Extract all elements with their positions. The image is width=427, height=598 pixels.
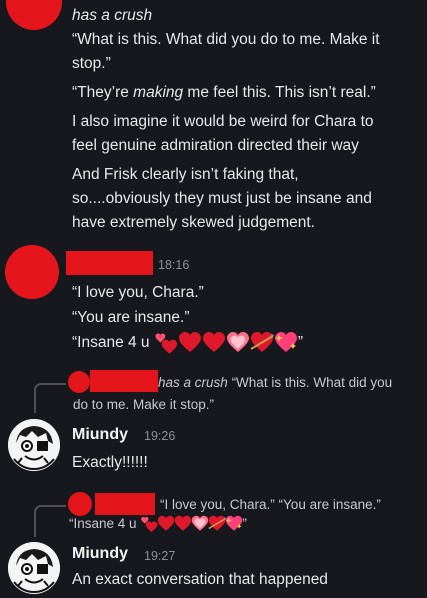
reply-avatar[interactable] — [68, 492, 92, 516]
message-line: “Insane 4 u ” — [72, 331, 303, 355]
two-hearts-icon — [155, 333, 177, 354]
avatar[interactable] — [5, 245, 59, 299]
message-line: “I love you, Chara.” — [72, 284, 204, 301]
emoji-row — [154, 331, 298, 355]
author-name[interactable]: Miundy — [72, 426, 128, 444]
reply-preview-continued[interactable]: “Insane 4 u ” — [69, 514, 247, 534]
sparkle-heart-icon — [226, 516, 243, 532]
heart-icon — [178, 332, 201, 352]
sparkle-heart-icon — [274, 332, 297, 352]
message-line: And Frisk clearly isn’t faking that, — [72, 166, 299, 183]
two-hearts-icon — [141, 517, 158, 533]
message-line: stop.” — [72, 55, 111, 72]
message-timestamp: 19:26 — [144, 429, 176, 443]
message-timestamp: 18:16 — [158, 258, 190, 272]
reply-username-redacted[interactable] — [95, 493, 155, 515]
message-line: “They’re making me feel this. This isn’t… — [72, 84, 376, 101]
message-line: I also imagine it would be weird for Cha… — [72, 113, 374, 130]
username-redacted[interactable] — [66, 251, 153, 275]
emoji-row — [140, 515, 243, 533]
message-line: “You are insane.” — [72, 309, 190, 326]
reply-preview-continued[interactable]: do to me. Make it stop.” — [73, 394, 214, 416]
reply-spine — [34, 505, 66, 537]
message-line: feel genuine admiration directed their w… — [72, 137, 359, 154]
reply-preview[interactable]: “I love you, Chara.” “You are insane.” — [160, 494, 381, 516]
character-avatar-icon — [8, 419, 60, 471]
message-content: An exact conversation that happened — [72, 571, 328, 588]
avatar[interactable] — [8, 419, 60, 471]
message-line: has a crush — [72, 7, 153, 24]
heart-glow-icon — [192, 516, 209, 532]
reply-avatar[interactable] — [68, 371, 90, 393]
heart-icon — [158, 516, 175, 532]
character-avatar-icon — [8, 542, 60, 594]
message-line: “What is this. What did you do to me. Ma… — [72, 31, 380, 48]
reply-preview[interactable]: has a crush “What is this. What did you — [158, 372, 392, 394]
heart-icon — [202, 332, 225, 352]
heart-arrow-icon — [250, 332, 274, 352]
author-name[interactable]: Miundy — [72, 545, 128, 563]
heart-arrow-icon — [208, 516, 227, 532]
avatar[interactable] — [8, 542, 60, 594]
reply-spine — [34, 383, 66, 413]
heart-icon — [175, 516, 192, 532]
avatar[interactable] — [6, 0, 62, 30]
message-content: has a crush “What is this. What did you … — [72, 4, 380, 235]
reply-username-redacted[interactable] — [90, 370, 158, 392]
heart-glow-icon — [226, 332, 249, 352]
message-line: have extremely skewed judgement. — [72, 214, 315, 231]
message-content: “I love you, Chara.” “You are insane.” “… — [72, 281, 303, 355]
message-timestamp: 19:27 — [144, 549, 176, 563]
message-content: Exactly!!!!!! — [72, 454, 148, 471]
message-line: so....obviously they must just be insane… — [72, 190, 372, 207]
